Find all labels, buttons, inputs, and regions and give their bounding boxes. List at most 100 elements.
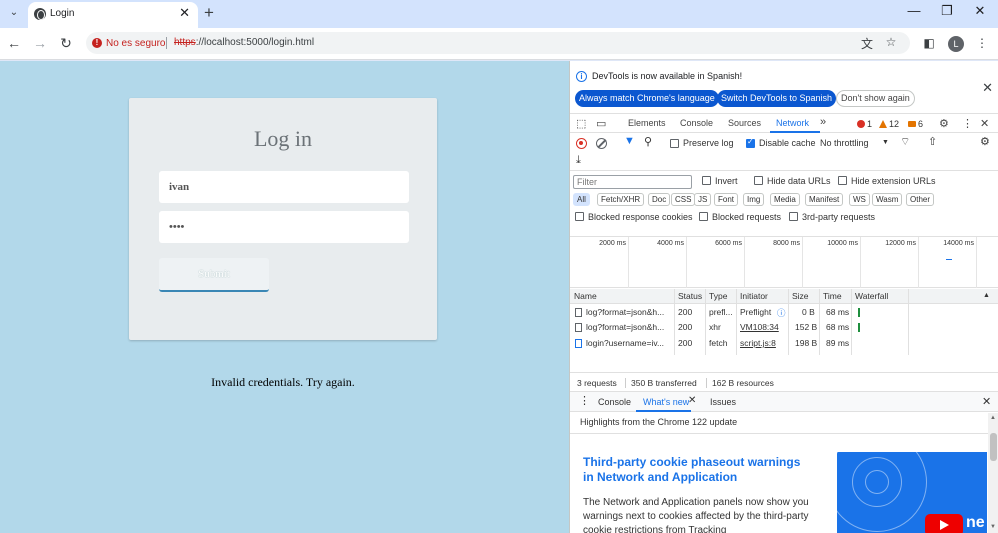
youtube-play-icon[interactable] <box>925 514 963 533</box>
network-settings-icon[interactable]: ⚙ <box>980 135 990 148</box>
search-icon[interactable]: ⚲ <box>644 135 652 148</box>
request-initiator[interactable]: script.js:8 <box>740 338 776 348</box>
inspect-element-icon[interactable]: ⬚ <box>576 117 586 130</box>
blocked-cookies-checkbox[interactable] <box>575 212 584 221</box>
throttling-dropdown-icon[interactable]: ▼ <box>882 139 889 146</box>
filter-input[interactable]: Filter <box>573 175 692 189</box>
reload-icon[interactable]: ↻ <box>57 35 75 52</box>
drawer-tab-whats-new[interactable]: What's new <box>643 397 689 407</box>
whats-new-body: The Network and Application panels now s… <box>583 497 809 533</box>
close-tab-icon[interactable]: ✕ <box>179 5 190 21</box>
devtools-menu-icon[interactable]: ⋮ <box>962 117 973 130</box>
settings-gear-icon[interactable]: ⚙ <box>939 117 949 130</box>
record-icon[interactable] <box>576 138 587 149</box>
menu-kebab-icon[interactable]: ⋮ <box>973 36 991 50</box>
tab-search-chevron-icon[interactable]: ⌄ <box>6 5 22 21</box>
type-filter-doc[interactable]: Doc <box>648 193 671 206</box>
error-count-badge[interactable]: 1 <box>857 119 872 129</box>
close-notice-icon[interactable]: ✕ <box>982 80 993 96</box>
tab-elements[interactable]: Elements <box>628 118 666 128</box>
type-filter-font[interactable]: Font <box>714 193 739 206</box>
sort-arrow-icon[interactable]: ▲ <box>983 292 990 299</box>
tab-sources[interactable]: Sources <box>728 118 761 128</box>
submit-button[interactable]: Submit <box>159 258 269 292</box>
drawer-tab-console[interactable]: Console <box>598 397 631 407</box>
download-har-icon[interactable]: ⤓ <box>576 154 581 167</box>
filter-funnel-icon[interactable]: ▼ <box>624 135 635 147</box>
type-filter-fetch-xhr[interactable]: Fetch/XHR <box>597 193 645 206</box>
table-row[interactable]: log?format=json&h... 200 xhr VM108:34 15… <box>570 320 998 335</box>
type-filter-other[interactable]: Other <box>906 193 935 206</box>
close-drawer-icon[interactable]: ✕ <box>982 395 991 408</box>
dont-show-again-button[interactable]: Don't show again <box>836 90 915 107</box>
always-match-button[interactable]: Always match Chrome's language <box>575 90 719 107</box>
preflight-link-icon[interactable]: ⓘ <box>777 307 786 319</box>
type-filter-img[interactable]: Img <box>743 193 765 206</box>
new-tab-button[interactable]: + <box>204 3 214 23</box>
more-tabs-icon[interactable]: » <box>820 116 826 128</box>
video-thumbnail[interactable]: ne <box>837 452 987 533</box>
table-row[interactable]: login?username=iv... 200 fetch script.js… <box>570 336 998 351</box>
warning-count-badge[interactable]: 12 <box>879 119 899 129</box>
restore-icon[interactable]: ❐ <box>937 3 957 19</box>
upload-har-icon[interactable]: ⇧ <box>928 135 937 148</box>
side-panel-icon[interactable]: ◧ <box>920 36 938 50</box>
close-devtools-icon[interactable]: ✕ <box>980 117 989 130</box>
tab-network[interactable]: Network <box>776 118 809 128</box>
drawer-menu-icon[interactable]: ⋮ <box>579 394 590 407</box>
bookmark-star-icon[interactable]: ☆ <box>882 35 900 49</box>
password-field[interactable]: •••• <box>159 211 409 243</box>
url-text[interactable]: https://localhost:5000/login.html <box>174 37 314 48</box>
third-party-checkbox[interactable] <box>789 212 798 221</box>
request-initiator[interactable]: VM108:34 <box>740 322 779 332</box>
forward-arrow-icon[interactable]: → <box>31 35 49 51</box>
type-filter-css[interactable]: CSS <box>671 193 696 206</box>
col-type[interactable]: Type <box>709 291 727 301</box>
network-overview-timeline[interactable]: 2000 ms 4000 ms 6000 ms 8000 ms 10000 ms… <box>570 237 998 288</box>
type-filter-ws[interactable]: WS <box>849 193 870 206</box>
scroll-down-icon[interactable]: ▼ <box>990 524 996 530</box>
preserve-log-checkbox[interactable] <box>670 139 679 148</box>
blocked-requests-checkbox[interactable] <box>699 212 708 221</box>
type-filter-all[interactable]: All <box>573 193 590 206</box>
type-filter-manifest[interactable]: Manifest <box>805 193 844 206</box>
hide-data-urls-checkbox[interactable] <box>754 176 763 185</box>
table-row[interactable]: log?format=json&h... 200 prefl... Prefli… <box>570 305 998 320</box>
col-status[interactable]: Status <box>678 291 702 301</box>
invert-checkbox[interactable] <box>702 176 711 185</box>
disable-cache-checkbox[interactable] <box>746 137 755 148</box>
browser-tab-login[interactable]: Login ✕ <box>28 2 198 28</box>
col-waterfall[interactable]: Waterfall <box>855 291 888 301</box>
switch-language-button[interactable]: Switch DevTools to Spanish <box>717 90 837 107</box>
whats-new-scrollbar[interactable]: ▲ ▼ <box>988 413 998 533</box>
col-name[interactable]: Name <box>574 291 597 301</box>
close-whats-new-icon[interactable]: ✕ <box>688 395 696 406</box>
request-initiator[interactable]: Preflight <box>740 307 776 317</box>
minimize-icon[interactable]: — <box>904 3 924 18</box>
col-size[interactable]: Size <box>792 291 809 301</box>
clear-icon[interactable] <box>596 138 607 149</box>
whats-new-divider <box>570 433 988 434</box>
drawer-tab-issues[interactable]: Issues <box>710 397 736 407</box>
type-filter-media[interactable]: Media <box>770 193 800 206</box>
tab-console[interactable]: Console <box>680 118 713 128</box>
username-field[interactable]: ivan <box>159 171 409 203</box>
issues-count-badge[interactable]: 6 <box>908 119 923 129</box>
hide-ext-urls-checkbox[interactable] <box>838 176 847 185</box>
network-conditions-icon[interactable]: ⌔ <box>900 135 910 149</box>
type-filter-js[interactable]: JS <box>694 193 712 206</box>
profile-avatar[interactable]: L <box>948 36 964 52</box>
scroll-thumb[interactable] <box>990 433 997 461</box>
security-warning-chip[interactable]: ! No es seguro <box>92 36 169 50</box>
device-toolbar-icon[interactable]: ▭ <box>596 117 606 130</box>
throttling-select[interactable]: No throttling <box>820 138 869 148</box>
translate-icon[interactable]: 文 <box>858 35 876 52</box>
type-filter-wasm[interactable]: Wasm <box>872 193 903 206</box>
col-initiator[interactable]: Initiator <box>740 291 768 301</box>
close-window-icon[interactable]: ✕ <box>970 3 990 19</box>
whats-new-heading[interactable]: Third-party cookie phaseout warnings in … <box>583 455 813 485</box>
address-bar[interactable]: ! No es seguro https://localhost:5000/lo… <box>86 32 910 54</box>
scroll-up-icon[interactable]: ▲ <box>990 415 996 421</box>
col-time[interactable]: Time <box>823 291 842 301</box>
back-arrow-icon[interactable]: ← <box>5 35 23 51</box>
